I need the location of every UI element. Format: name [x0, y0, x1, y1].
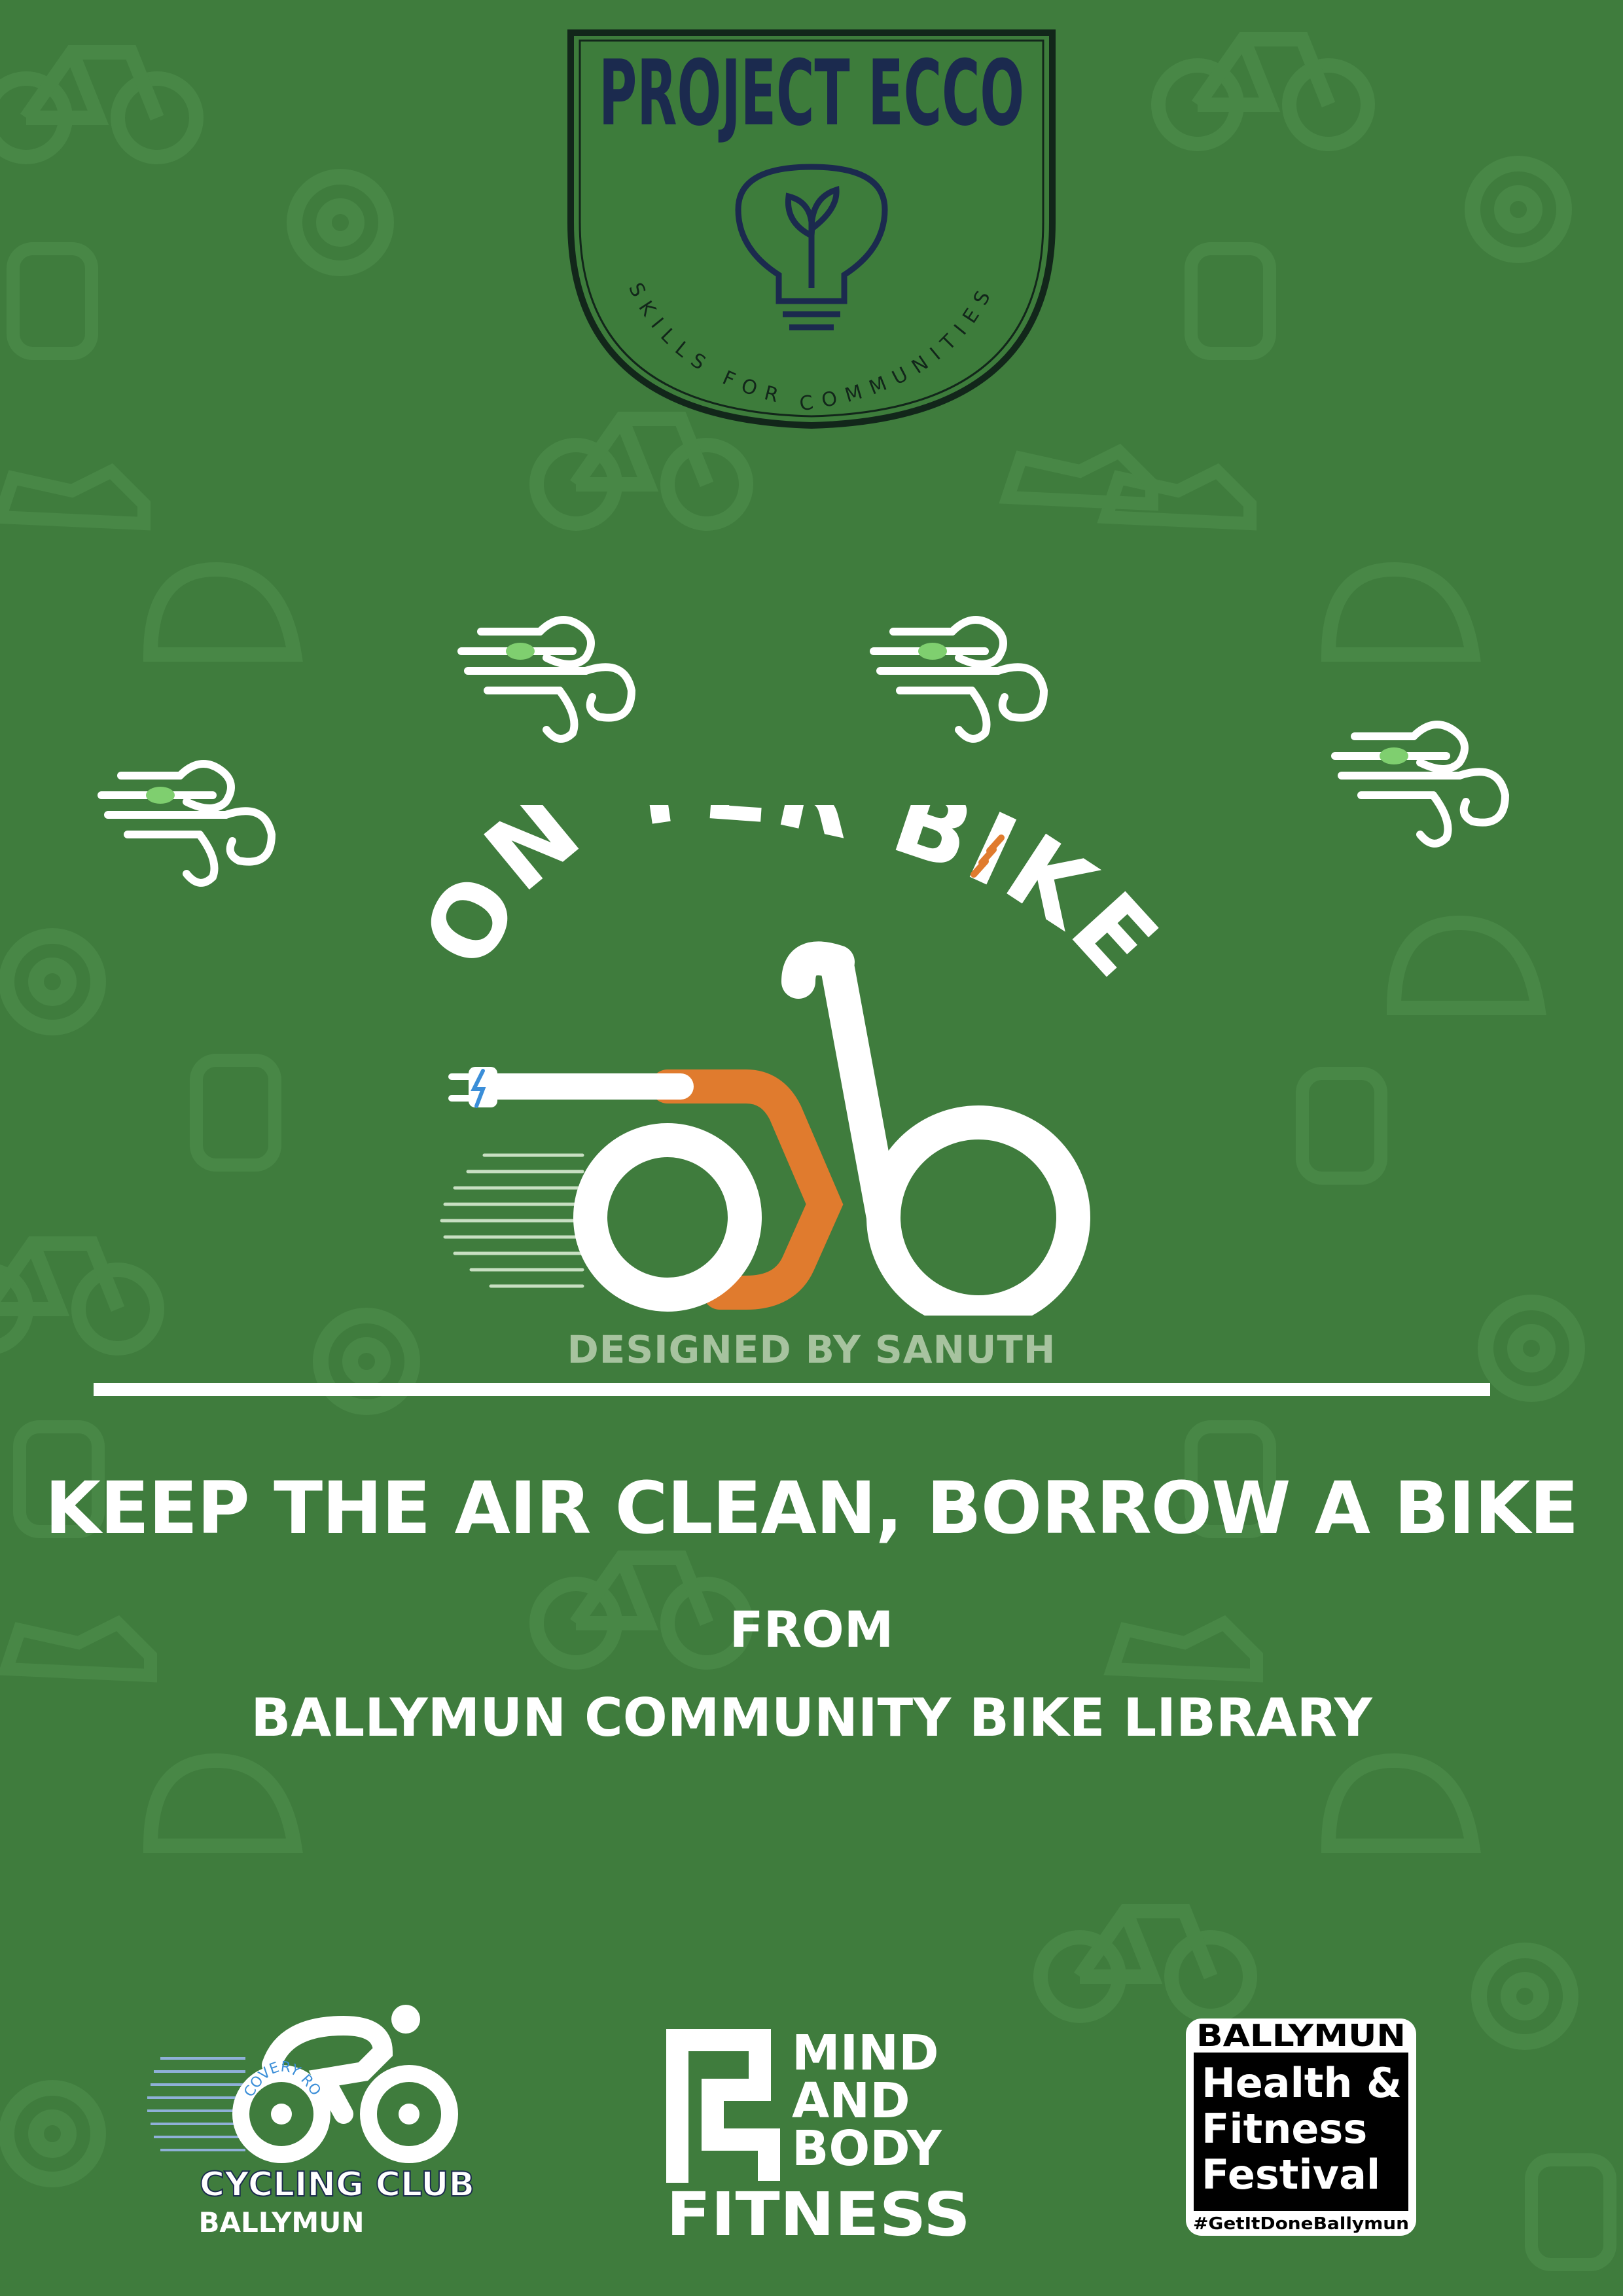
wind-icon-2	[461, 620, 632, 739]
festival-line1: Health &	[1202, 2059, 1402, 2107]
divider-line	[94, 1383, 1490, 1396]
club-name: CYCLING CLUB	[200, 2165, 474, 2204]
festival-top: BALLYMUN	[1196, 2018, 1406, 2053]
club-location: BALLYMUN	[199, 2206, 365, 2238]
festival-hashtag: #GetItDoneBallymun	[1193, 2214, 1409, 2234]
on-yer-bike-logo: ON YER BIKE	[406, 805, 1177, 1316]
wind-icon-3	[874, 620, 1044, 739]
headline: KEEP THE AIR CLEAN, BORROW A BIKE	[45, 1466, 1579, 1550]
from-text: FROM	[729, 1600, 894, 1659]
cycling-club-logo: RECOVERY ROAD CYCLING CLUB BALLYMUN	[147, 2000, 475, 2238]
wind-icon-1	[101, 764, 272, 883]
wind-icons	[0, 0, 1623, 916]
designer-credit: DESIGNED BY SANUTH	[567, 1327, 1056, 1372]
health-fitness-festival-logo: BALLYMUN Health & Fitness Festival #GetI…	[1186, 2018, 1416, 2236]
wind-icon-4	[1335, 725, 1505, 844]
poster: PROJECT ECCO SKILLS FOR COMMUNITIES ON B…	[0, 0, 1623, 2296]
festival-line2: Fitness	[1202, 2105, 1367, 2153]
mind-body-fitness-logo: MIND AND BODY FITNESS	[666, 2025, 971, 2245]
organization-name: BALLYMUN COMMUNITY BIKE LIBRARY	[251, 1687, 1372, 1748]
mbf-line3: BODY	[792, 2121, 942, 2177]
mbf-line4: FITNESS	[666, 2179, 971, 2245]
festival-line3: Festival	[1202, 2151, 1380, 2198]
